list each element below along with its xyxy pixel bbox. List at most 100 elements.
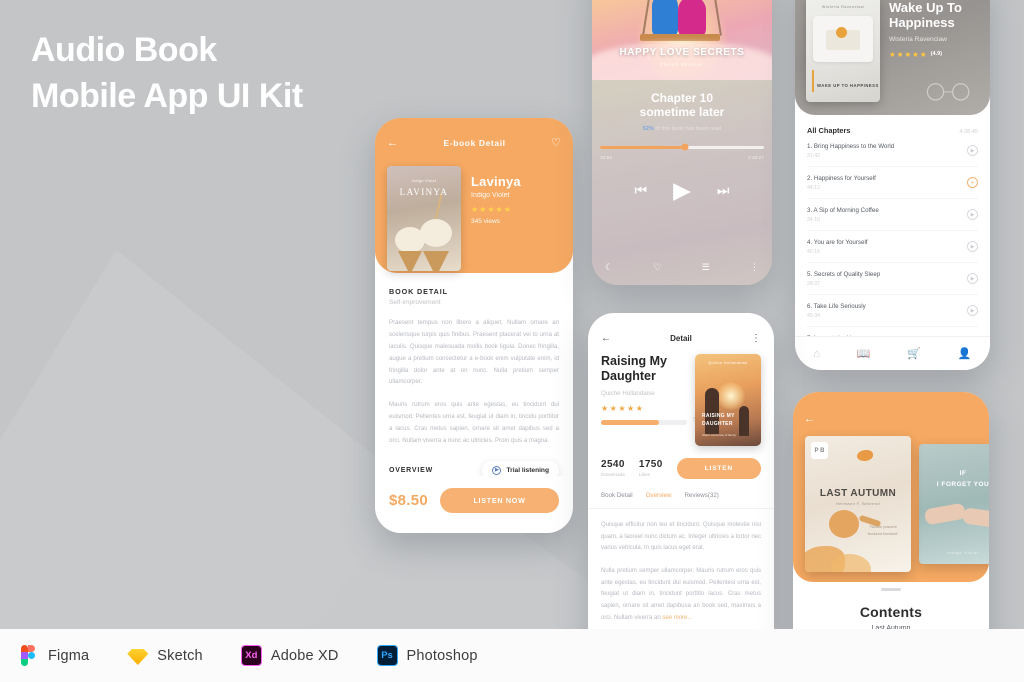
home-icon[interactable]: ⌂ — [813, 348, 820, 360]
pause-circle-icon[interactable]: ⏸ — [967, 177, 978, 188]
section-heading: BOOK DETAIL — [389, 287, 448, 296]
tab-reviews[interactable]: Reviews(32) — [684, 492, 718, 499]
main-cover-title: LAST AUTUMN — [819, 488, 897, 499]
tool-label: Photoshop — [406, 647, 478, 664]
tab-book-detail[interactable]: Book Detail — [601, 492, 633, 499]
tool-label: Adobe XD — [270, 647, 339, 664]
chapter-row[interactable]: 4. You are for Yourself 40:16 ▶ — [807, 231, 978, 263]
chapters-list-header: All Chapters 4:38:45 — [807, 126, 978, 135]
headline-line-1: Audio Book — [31, 31, 217, 69]
player-cover-title: HAPPY LOVE SECRETS — [619, 47, 745, 58]
play-icon[interactable]: ▶ — [673, 178, 691, 202]
tool-adobe-xd[interactable]: Xd Adobe XD — [240, 645, 339, 666]
adobe-xd-icon: Xd — [240, 645, 262, 666]
progress-fill — [601, 419, 660, 425]
book-title: Lavinya — [471, 174, 521, 189]
progress-percent: 52% — [642, 125, 654, 132]
cart-icon[interactable]: 🛒 — [907, 347, 921, 360]
side-cover-author: Indigo Violet — [946, 551, 980, 555]
ebook-hero: ← E-book Detail ♡ Indigo Violet LAVINYA … — [375, 118, 573, 273]
chapter-row[interactable]: 6. Take Life Seriously 45:34 ▶ — [807, 295, 978, 327]
detail-main: Raising My Daughter Quiche Hollandaise ★… — [588, 344, 774, 446]
time-total: 1:45:27 — [747, 155, 764, 161]
arrow-left-icon[interactable]: ← — [601, 333, 611, 344]
listen-now-button[interactable]: LISTEN NOW — [440, 488, 559, 513]
play-circle-icon[interactable]: ▶ — [967, 273, 978, 284]
contents-main-cover[interactable]: P B LAST AUTUMN Hermann F. Behrend "Null… — [805, 436, 911, 572]
rating-stars: ★★★★★ — [889, 49, 928, 59]
paragraph-text: Nulla pretium semper ullamcorper. Mauris… — [601, 568, 761, 621]
tab-overview[interactable]: Overview — [646, 492, 672, 499]
tools-footer: Figma Sketch Xd Adobe XD Ps Photoshop — [0, 629, 1024, 682]
detail-paragraph-1: Quisque efficitur non leo et tincidunt. … — [601, 522, 761, 552]
cover-subtitle: Warm memories of family — [702, 433, 736, 437]
bottom-tab-bar: ⌂ 📖 🛒 👤 — [795, 336, 990, 370]
stat-number: 2540 — [601, 459, 625, 470]
player-progress-text: 52% of this book has been read — [592, 126, 772, 132]
see-more-link[interactable]: see more... — [662, 615, 692, 621]
stat-label: Downloads — [601, 473, 625, 478]
view-count: 345 views — [471, 218, 500, 225]
headline-line-2: Mobile App UI Kit — [31, 76, 303, 115]
contents-side-cover[interactable]: IF I FORGET YOU Indigo Violet — [919, 444, 989, 564]
play-circle-icon[interactable]: ▶ — [967, 209, 978, 220]
heart-icon[interactable]: ♡ — [653, 262, 661, 273]
cover-author: Wisteria Ravenclaw — [821, 5, 865, 9]
ebook-meta: Lavinya Indigo Violet ★★★★★ 345 views — [471, 174, 521, 225]
play-circle-icon[interactable]: ▶ — [967, 305, 978, 316]
chapter-title: 2. Happiness for Yourself — [807, 174, 876, 182]
cover-title: RAISING MY DAUGHTER — [702, 413, 735, 427]
progress-knob[interactable] — [681, 143, 689, 151]
chapter-title: 1. Bring Happiness to the World — [807, 142, 895, 150]
trial-listening-label: Trial listening — [506, 466, 549, 474]
user-icon[interactable]: 👤 — [958, 347, 972, 360]
chapters-meta: Wake Up To Happiness Wisteria Ravenclaw … — [889, 0, 990, 59]
player-transport-controls: ⏮ ▶ ⏭ — [592, 178, 772, 202]
main-cover-quote: "Nullam posuere tincidunt tincidunt" — [867, 524, 899, 536]
tool-sketch[interactable]: Sketch — [127, 645, 203, 666]
rating-value: (4.9) — [930, 51, 943, 58]
side-cover-title: IF I FORGET YOU — [919, 468, 989, 490]
main-cover-author: Hermann F. Behrend — [835, 501, 881, 506]
chapter-line-2: sometime later — [639, 105, 725, 120]
book-icon[interactable]: 📖 — [857, 347, 871, 360]
detail-info: Raising My Daughter Quiche Hollandaise ★… — [601, 354, 703, 446]
chapter-row[interactable]: 2. Happiness for Yourself 44:12 ⏸ — [807, 167, 978, 199]
book-author: Quiche Hollandaise — [601, 389, 655, 397]
chapter-row[interactable]: 3. A Sip of Morning Coffee 34:10 ▶ — [807, 199, 978, 231]
ebook-topbar: ← E-book Detail ♡ — [375, 131, 573, 155]
skip-next-icon[interactable]: ⏭ — [717, 183, 730, 197]
arrow-left-icon[interactable]: ← — [387, 137, 398, 149]
reading-progress-bar: 5.85 — [601, 417, 703, 425]
chapters-hero: ← 🔖 Wisteria Ravenclaw WAKE UP TO HAPPIN… — [795, 0, 990, 115]
phone-chapters: ← 🔖 Wisteria Ravenclaw WAKE UP TO HAPPIN… — [795, 0, 990, 370]
play-circle-icon[interactable]: ▶ — [967, 145, 978, 156]
moon-icon[interactable]: ☾ — [605, 262, 613, 273]
cover-title: LAVINYA — [399, 187, 449, 197]
chapters-list: 1. Bring Happiness to the World 31:42 ▶ 2. … — [807, 135, 978, 370]
drag-handle[interactable] — [881, 588, 901, 591]
tool-figma[interactable]: Figma — [18, 645, 89, 666]
chapter-text: 4. You are for Yourself 40:16 — [807, 239, 868, 255]
chapter-row[interactable]: 5. Secrets of Quality Sleep 28:37 ▶ — [807, 263, 978, 295]
cover-author: Quiche Hollandaise — [708, 361, 748, 365]
chapter-text: 6. Take Life Seriously 45:34 — [807, 303, 866, 319]
chapter-duration: 45:34 — [807, 312, 820, 319]
more-vertical-icon[interactable]: ⋮ — [751, 333, 761, 344]
stat-downloads: 2540 Downloads — [601, 459, 625, 478]
chapter-text: 1. Bring Happiness to the World 31:42 — [807, 143, 894, 159]
tool-photoshop[interactable]: Ps Photoshop — [376, 645, 478, 666]
more-vertical-icon[interactable]: ⋮ — [750, 262, 759, 273]
list-icon[interactable]: ☰ — [702, 262, 710, 273]
chapter-row[interactable]: 1. Bring Happiness to the World 31:42 ▶ — [807, 135, 978, 167]
detail-title: Detail — [670, 334, 692, 343]
rating-stars: ★★★★★ — [471, 205, 512, 214]
heart-icon[interactable]: ♡ — [551, 137, 561, 149]
player-progress-slider[interactable] — [600, 143, 764, 151]
play-circle-icon[interactable]: ▶ — [967, 241, 978, 252]
listen-button[interactable]: LISTEN — [676, 458, 761, 479]
skip-previous-icon[interactable]: ⏮ — [635, 183, 648, 197]
purchase-row: $8.50 LISTEN NOW — [375, 476, 573, 533]
chapter-line-1: Chapter 10 — [650, 91, 714, 105]
arrow-left-icon[interactable]: ← — [804, 413, 815, 425]
